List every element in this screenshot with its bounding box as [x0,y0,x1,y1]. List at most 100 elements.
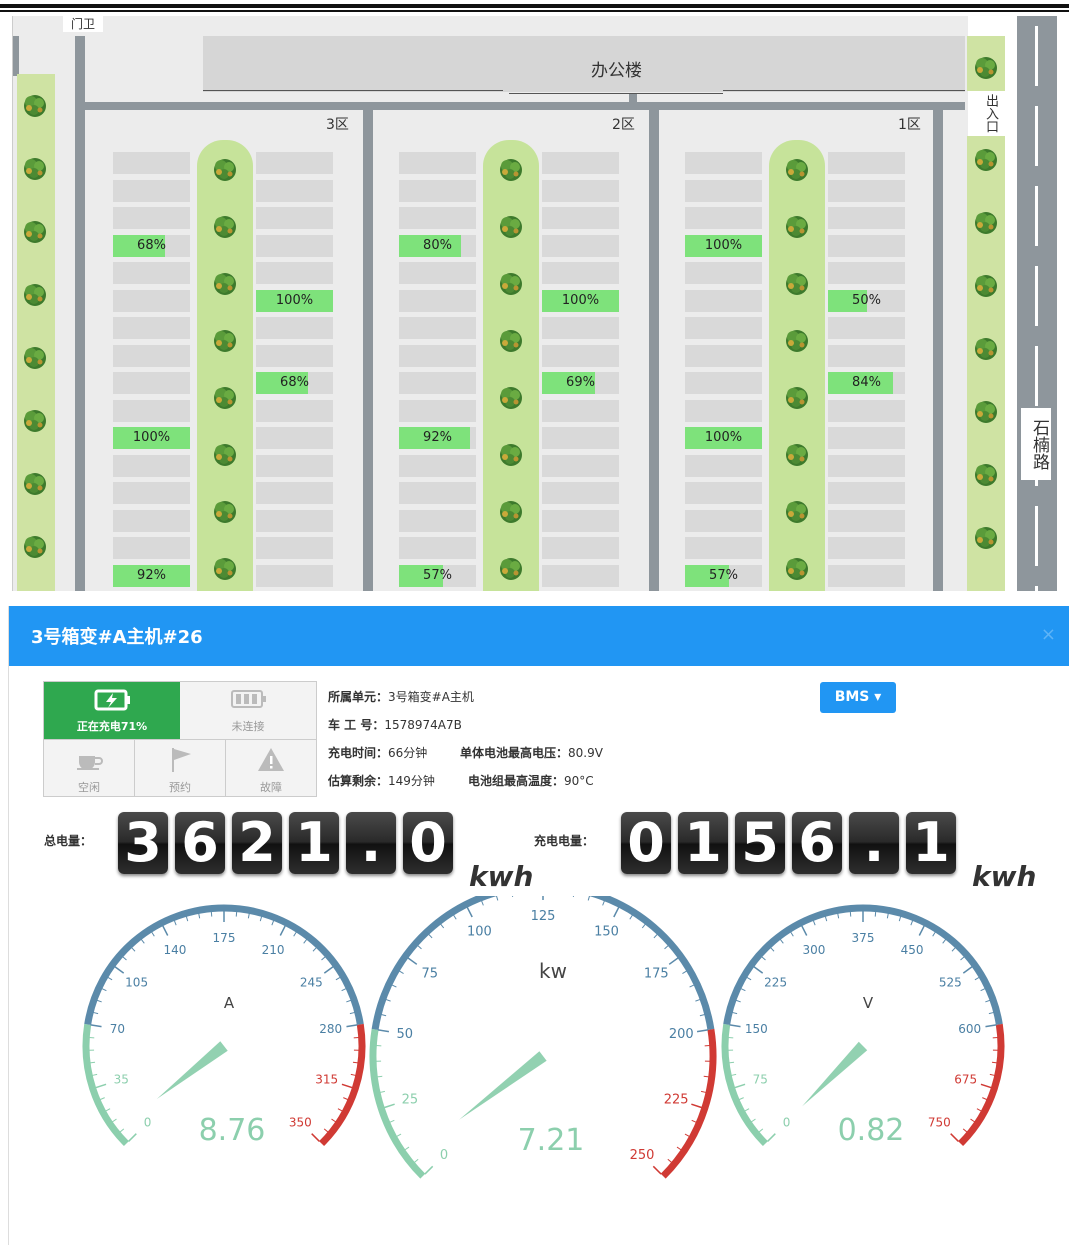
road-center-line [1035,26,1038,591]
charging-slot[interactable]: 100% [256,289,333,312]
gauge-tick [311,1133,320,1142]
gauge-tick [279,925,286,936]
gauge-tick [414,1158,419,1163]
parking-slot [685,482,762,504]
parking-slot [256,509,333,532]
gauge-tick [323,966,334,974]
info-time-label: 充电时间： [328,746,389,760]
parking-slot [399,289,476,312]
gauge-tick-label: 105 [125,976,148,990]
gauge-tick [341,988,347,992]
parking-slot [399,179,476,202]
charging-slot[interactable]: 69% [542,372,619,394]
charging-slot[interactable]: 100% [113,427,190,449]
charging-slot[interactable]: 100% [542,289,619,312]
charging-battery-icon [94,689,130,711]
gauge-value: 0.82 [838,1113,905,1148]
charging-slot[interactable]: 100% [685,427,762,449]
parking-slot [256,207,333,229]
parking-slot [542,427,619,449]
gauge-tick [511,896,514,897]
charge-percent: 69% [566,375,595,390]
tree-icon [214,387,236,409]
status-reserved: 预约 [135,742,225,797]
gauge-tick [587,896,591,901]
parking-slot [113,262,190,284]
charging-slot[interactable]: 57% [399,564,476,587]
charging-slot[interactable]: 68% [256,372,333,394]
parking-slot [542,564,619,587]
info-unit-value: 3号箱变#A主机 [388,690,474,704]
charging-slot[interactable]: 80% [399,234,476,257]
parking-slot [399,399,476,422]
gauge-tick [691,1103,703,1109]
charging-slot[interactable]: 92% [113,564,190,587]
gauge-tick [729,1061,735,1064]
gauge-tick [898,916,902,922]
charging-slot[interactable]: 57% [685,564,762,587]
info-maxt: 电池组最高温度：90°C [468,772,594,789]
parking-slot [828,454,905,477]
parking-slot [256,152,333,174]
charging-slot[interactable]: 100% [685,234,762,257]
parking-slot [113,537,190,559]
gauge-tick [910,920,914,926]
tree-icon [500,387,522,409]
info-id: 车 工 号：1578974A7B [328,716,462,733]
gauge-tick [247,913,250,919]
parking-slot [113,482,190,504]
gauge-tick [735,999,741,1003]
gauge-tick [346,999,352,1003]
parking-slot [828,179,905,202]
gauge-tick-label: 25 [402,1092,419,1107]
charging-slot[interactable]: 68% [113,234,190,257]
parking-slot [685,262,762,284]
info-id-value: 1578974A7B [384,718,462,732]
parking-slot [828,399,905,422]
tree-icon [975,275,997,297]
charge-percent: 100% [561,292,600,308]
gauge-tick [404,1146,410,1151]
parking-slot [256,344,333,367]
parking-slot [113,207,190,229]
charging-slot[interactable]: 50% [828,289,905,312]
parking-slot [256,179,333,202]
top-border-thin [0,10,1069,12]
top-border [0,4,1069,8]
parking-slot [542,454,619,477]
gauge-tick [346,1024,358,1028]
parking-slot [256,317,333,339]
flag-icon [172,748,191,772]
gauge-tick-label: 225 [664,1092,689,1107]
tree-icon [975,212,997,234]
charging-slot[interactable]: 92% [399,427,476,449]
gauge-tick [112,1118,117,1123]
gauge-tick [761,956,766,961]
parking-slot [256,454,333,477]
charge-percent: 57% [423,567,452,583]
status-fault-label: 故障 [260,781,282,794]
gauge-tick [385,998,391,1002]
parking-slot [828,152,905,174]
charging-slot[interactable]: 84% [828,372,905,394]
status-idle-label: 空闲 [78,781,100,794]
gauge-tick-label: 600 [958,1022,981,1036]
gauge-tick [801,925,808,936]
close-icon[interactable]: × [1041,624,1056,645]
tree-icon [975,149,997,171]
bms-dropdown-button[interactable]: BMS ▾ [820,682,896,713]
zone-label: 2区 [612,117,635,133]
gauge-tick [696,1029,709,1033]
gauge-needle [459,1051,547,1120]
gauge-tick [349,1011,355,1015]
charge-percent: 50% [852,292,881,308]
gauge-tick [379,1090,386,1093]
parking-slot [256,564,333,587]
gauge-tick [105,1108,111,1112]
gauge-tick [700,1090,707,1093]
gauge-tick [703,1075,709,1078]
gauge-tick-label: 245 [300,976,323,990]
gauge-tick [744,1108,750,1112]
gauge-tick [653,933,658,939]
gauge-tick [962,1128,968,1133]
